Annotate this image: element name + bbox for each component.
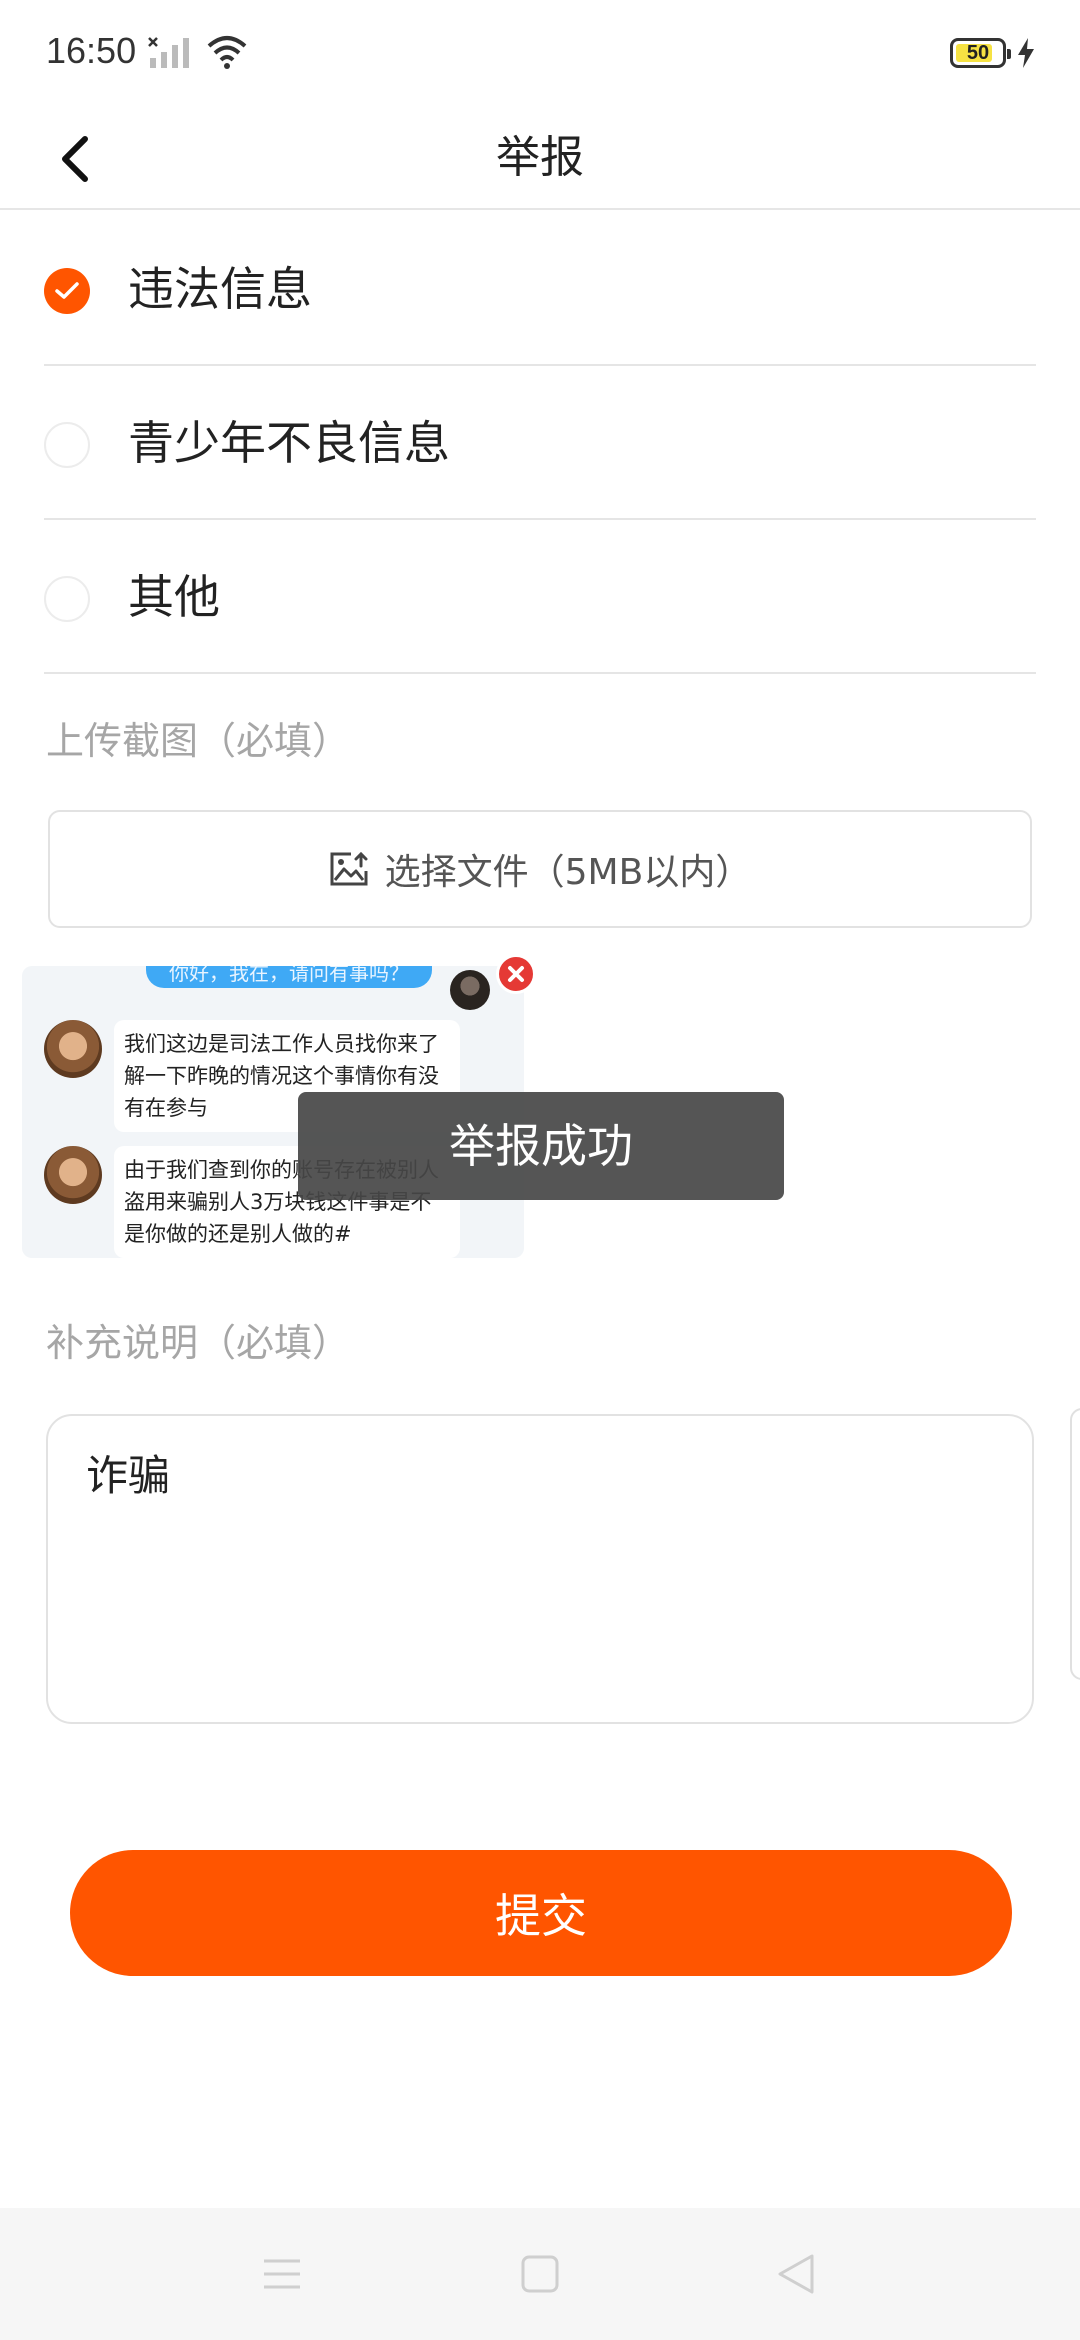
avatar — [44, 1146, 102, 1204]
back-triangle-icon — [778, 2254, 814, 2294]
option-label: 违法信息 — [128, 262, 312, 316]
option-youth-harmful-info[interactable]: 青少年不良信息 — [44, 366, 1036, 520]
upload-section-label: 上传截图（必填） — [46, 719, 351, 763]
battery-level: 50 — [966, 42, 990, 64]
option-illegal-info[interactable]: 违法信息 — [44, 212, 1036, 366]
page-title: 举报 — [496, 132, 584, 183]
thumb-top-bubble: 你好，我在，请问有事吗？ — [146, 966, 432, 988]
home-nav-button[interactable] — [510, 2244, 570, 2304]
option-label: 其他 — [128, 570, 220, 624]
status-bar: 16:50 50 — [0, 0, 1080, 110]
radio-unchecked-icon[interactable] — [44, 576, 90, 622]
signal-icon — [148, 36, 194, 74]
thumb-avatar-small — [450, 970, 490, 1010]
charging-icon — [1016, 38, 1036, 72]
status-time: 16:50 — [46, 30, 137, 71]
menu-icon — [264, 2259, 300, 2289]
battery-indicator: 50 — [950, 38, 1011, 68]
avatar — [44, 1020, 102, 1078]
option-other[interactable]: 其他 — [44, 520, 1036, 674]
file-picker-button[interactable]: 选择文件（5MB以内） — [48, 810, 1032, 928]
radio-checked-icon[interactable] — [44, 268, 90, 314]
wifi-icon — [206, 34, 248, 74]
header: 举报 — [0, 110, 1080, 210]
success-toast: 举报成功 — [298, 1092, 784, 1200]
system-nav-bar — [0, 2208, 1080, 2340]
option-label: 青少年不良信息 — [128, 416, 450, 470]
menu-nav-button[interactable] — [252, 2244, 312, 2304]
description-textarea[interactable]: 诈骗 — [46, 1414, 1034, 1724]
file-picker-label: 选择文件（5MB以内） — [384, 852, 752, 893]
submit-button[interactable]: 提交 — [70, 1850, 1012, 1976]
back-nav-button[interactable] — [766, 2244, 826, 2304]
description-section-label: 补充说明（必填） — [46, 1321, 351, 1365]
edge-handle[interactable] — [1070, 1408, 1080, 1680]
radio-unchecked-icon[interactable] — [44, 422, 90, 468]
delete-icon[interactable] — [496, 954, 536, 994]
home-square-icon — [521, 2255, 559, 2293]
image-upload-icon — [330, 851, 368, 886]
